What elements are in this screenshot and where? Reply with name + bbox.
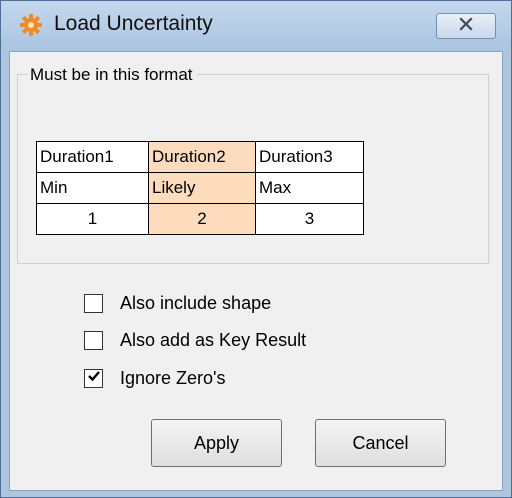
format-table: Duration1 Duration2 Duration3 Min Likely… bbox=[36, 141, 364, 235]
table-row: 1 2 3 bbox=[36, 203, 364, 235]
window-title: Load Uncertainty bbox=[54, 12, 213, 35]
checkmark-icon bbox=[87, 369, 101, 388]
table-cell: 1 bbox=[36, 203, 149, 235]
load-uncertainty-dialog: Load Uncertainty Must be in this format … bbox=[0, 0, 512, 498]
title-bar[interactable]: Load Uncertainty bbox=[1, 1, 511, 51]
table-row: Min Likely Max bbox=[36, 172, 364, 204]
ignore-zeros-label: Ignore Zero's bbox=[120, 367, 226, 388]
close-x-icon bbox=[458, 16, 474, 36]
include-shape-option[interactable]: Also include shape bbox=[84, 291, 271, 315]
table-cell: Max bbox=[255, 172, 364, 204]
table-cell-highlighted: 2 bbox=[148, 203, 256, 235]
ignore-zeros-option[interactable]: Ignore Zero's bbox=[84, 366, 226, 390]
include-shape-label: Also include shape bbox=[120, 292, 272, 313]
table-cell: Duration1 bbox=[36, 141, 149, 173]
cancel-button[interactable]: Cancel bbox=[315, 419, 446, 467]
table-cell: 3 bbox=[255, 203, 364, 235]
table-cell-highlighted: Likely bbox=[148, 172, 256, 204]
table-cell: Min bbox=[36, 172, 149, 204]
table-cell-highlighted: Duration2 bbox=[148, 141, 256, 173]
table-row: Duration1 Duration2 Duration3 bbox=[36, 141, 364, 173]
apply-button[interactable]: Apply bbox=[151, 419, 282, 467]
format-group-label: Must be in this format bbox=[28, 65, 197, 85]
close-button[interactable] bbox=[436, 13, 496, 39]
add-key-result-label: Also add as Key Result bbox=[120, 329, 307, 350]
add-key-result-option[interactable]: Also add as Key Result bbox=[84, 328, 306, 352]
include-shape-checkbox[interactable] bbox=[84, 293, 103, 313]
table-cell: Duration3 bbox=[255, 141, 364, 173]
orange-gear-icon bbox=[19, 13, 43, 37]
add-key-result-checkbox[interactable] bbox=[84, 330, 103, 350]
ignore-zeros-checkbox[interactable] bbox=[84, 368, 103, 388]
